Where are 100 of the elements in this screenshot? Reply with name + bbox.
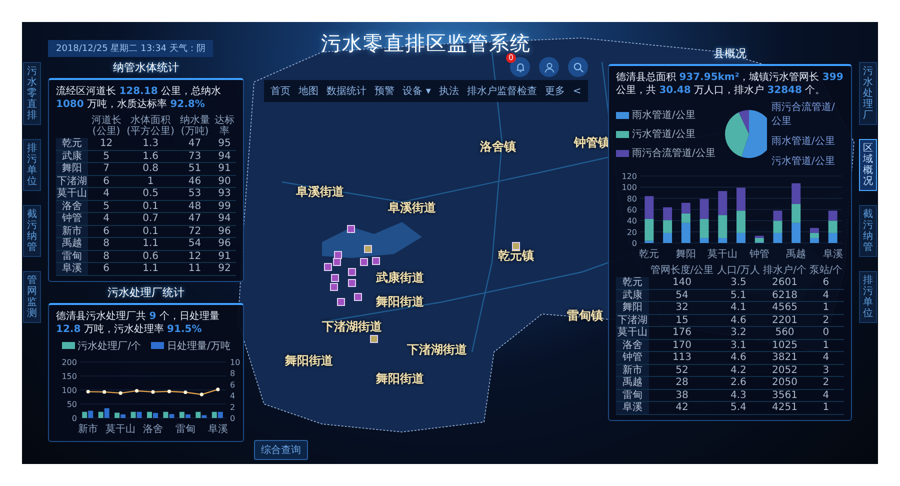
monitoring-point-icon[interactable]	[324, 263, 332, 271]
bell-icon	[514, 62, 526, 72]
axis-label: 10	[230, 358, 240, 366]
nav-item[interactable]: 首页	[266, 82, 295, 100]
bar-segment	[663, 207, 672, 220]
nav-item[interactable]: 设备 ▾	[398, 82, 435, 100]
table-cell: 73	[176, 150, 214, 162]
legend-item: 雨污合流管道/公里	[616, 146, 720, 160]
table-cell: 3.1	[715, 339, 762, 352]
side-tab[interactable]: 管网监测	[23, 271, 41, 323]
section-title: 纳管水体统计	[113, 60, 179, 75]
axis-label: 120	[622, 172, 637, 181]
bar-segment	[828, 210, 838, 221]
station-marker-icon[interactable]	[364, 245, 372, 253]
axis-label: 100	[62, 386, 77, 394]
legend-item: 雨水管道/公里	[616, 108, 720, 122]
table-cell: 4.6	[715, 314, 762, 326]
axis-label: 200	[62, 358, 77, 366]
nav-item[interactable]: 执法	[434, 82, 463, 100]
column-header: 河道长(公里)	[88, 114, 125, 138]
side-tab[interactable]: 污水处理厂	[859, 62, 877, 125]
station-marker-icon[interactable]	[512, 242, 520, 250]
bar-segment	[644, 196, 654, 219]
row-header: 武康	[56, 150, 88, 162]
table-cell: 4565	[762, 302, 808, 314]
table-cell: 0.1	[124, 225, 176, 238]
bar-segment	[828, 232, 838, 243]
table-cell: 5	[88, 150, 125, 162]
table-cell: 46	[176, 175, 214, 188]
table-cell: 4	[88, 188, 125, 200]
monitoring-point-icon[interactable]	[330, 283, 338, 291]
side-tab[interactable]: 排污单位	[859, 271, 877, 323]
station-marker-icon[interactable]	[370, 335, 378, 343]
table-cell: 94	[213, 212, 236, 225]
table-cell: 5.4	[715, 402, 762, 414]
monitoring-point-icon[interactable]	[333, 258, 341, 266]
table-cell: 4.3	[715, 389, 762, 402]
side-tab[interactable]: 截污纳管	[23, 205, 41, 257]
table-cell: 0.1	[124, 200, 176, 212]
axis-label: 雷甸	[175, 424, 196, 434]
axis-label: 莫干山	[708, 249, 738, 260]
bar-segment	[663, 232, 672, 243]
monitoring-point-icon[interactable]	[347, 225, 355, 233]
table-cell: 0.8	[124, 162, 176, 175]
nav-item[interactable]: <	[568, 82, 586, 100]
table-cell: 95	[213, 138, 236, 150]
table-cell: 1	[124, 175, 176, 188]
map-label: 舞阳街道	[376, 294, 424, 310]
row-header: 阜溪	[616, 402, 649, 414]
row-header: 钟管	[56, 212, 88, 225]
column-header: 泵站/个	[808, 264, 844, 277]
monitoring-point-icon[interactable]	[348, 279, 356, 287]
monitoring-point-icon[interactable]	[348, 268, 356, 276]
column-header: 纳水量(万吨)	[178, 114, 211, 138]
table-cell: 4	[808, 389, 844, 402]
row-header: 新市	[56, 225, 88, 238]
table-cell: 2050	[762, 376, 808, 389]
summary-text: 流经区河道长 128.18 公里，总纳水 1080 万吨，水质达标率 92.8%	[56, 85, 222, 111]
nav-item[interactable]: 数据统计	[322, 82, 371, 100]
bar-segment	[792, 222, 801, 243]
nav-item[interactable]: 地图	[294, 82, 323, 100]
table-cell: 3.2	[715, 326, 762, 339]
bar-segment	[773, 220, 782, 233]
table-cell: 28	[648, 376, 716, 389]
pie-label: 雨水管道/公里	[771, 134, 836, 148]
side-tab[interactable]: 污水零直排	[23, 62, 41, 125]
side-tab[interactable]: 排污单位	[23, 139, 41, 191]
nav-item[interactable]: 更多	[540, 82, 569, 100]
row-header: 舞阳	[616, 302, 649, 314]
nav-item[interactable]: 预警	[370, 82, 399, 100]
monitoring-point-icon[interactable]	[354, 293, 362, 301]
bar-segment	[681, 202, 690, 214]
pie-label: 雨污合流管道/公里	[771, 100, 836, 128]
user-icon	[544, 62, 554, 72]
table-cell: 2052	[762, 364, 808, 376]
table-cell: 47	[176, 138, 214, 150]
monitoring-point-icon[interactable]	[331, 274, 339, 282]
side-tab[interactable]: 区域概况	[859, 139, 877, 191]
table-cell: 92	[213, 262, 236, 275]
axis-label: 莫干山	[106, 424, 136, 434]
legend-item: 日处理量/万吨	[151, 338, 230, 352]
table-cell: 1.1	[124, 238, 176, 250]
column-header: 达标率	[214, 114, 236, 138]
table-cell: 53	[176, 188, 214, 200]
table-cell: 4.6	[715, 352, 762, 364]
bar-segment	[828, 220, 838, 233]
table-cell: 11	[176, 262, 214, 275]
monitoring-point-icon[interactable]	[337, 298, 345, 306]
nav-item[interactable]: 排水户监督检查	[462, 82, 541, 100]
bar-segment	[700, 198, 709, 219]
map-label: 钟管镇	[574, 134, 610, 152]
table-cell: 4.2	[715, 364, 762, 376]
table-cell: 42	[648, 402, 716, 414]
side-tab[interactable]: 截污纳管	[859, 205, 877, 257]
monitoring-point-icon[interactable]	[360, 258, 368, 266]
map-label: 舞阳街道	[376, 370, 424, 388]
query-button[interactable]: 综合查询	[254, 440, 308, 460]
row-header: 下渚湖	[616, 314, 649, 326]
monitoring-point-icon[interactable]	[372, 257, 380, 265]
axis-label: 洛舍	[143, 424, 163, 434]
